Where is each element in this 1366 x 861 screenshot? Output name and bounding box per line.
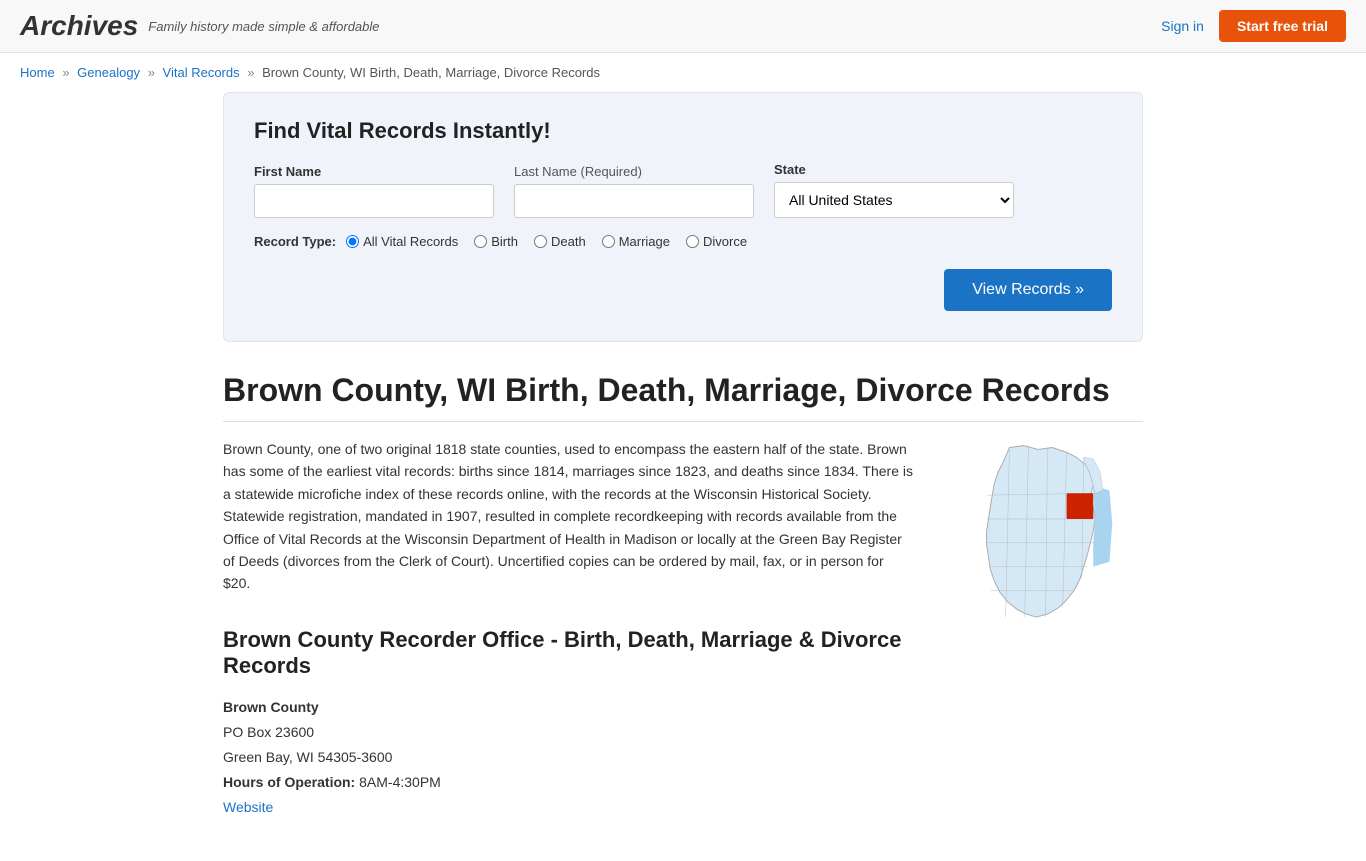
main-content: Find Vital Records Instantly! First Name… — [203, 92, 1163, 861]
radio-death-input[interactable] — [534, 235, 547, 248]
search-fields: First Name Last Name (Required) State Al… — [254, 162, 1112, 218]
map-container — [943, 438, 1143, 821]
brown-county — [1067, 493, 1094, 519]
office-info: Brown County PO Box 23600 Green Bay, WI … — [223, 695, 913, 821]
first-name-label: First Name — [254, 164, 494, 179]
breadcrumb-sep-3: » — [247, 65, 254, 80]
first-name-input[interactable] — [254, 184, 494, 218]
radio-death-label: Death — [551, 234, 586, 249]
state-select[interactable]: All United States — [774, 182, 1014, 218]
office-address2: Green Bay, WI 54305-3600 — [223, 745, 913, 770]
state-label: State — [774, 162, 1014, 177]
btn-row: View Records » — [254, 269, 1112, 311]
page-title: Brown County, WI Birth, Death, Marriage,… — [223, 372, 1143, 422]
last-name-input[interactable] — [514, 184, 754, 218]
recorder-office-title: Brown County Recorder Office - Birth, De… — [223, 619, 913, 679]
record-type-label: Record Type: — [254, 234, 336, 249]
hours-value: 8AM-4:30PM — [359, 774, 441, 790]
search-box: Find Vital Records Instantly! First Name… — [223, 92, 1143, 342]
search-title: Find Vital Records Instantly! — [254, 118, 1112, 144]
breadcrumb-sep-2: » — [148, 65, 155, 80]
office-name: Brown County — [223, 699, 319, 715]
office-address1: PO Box 23600 — [223, 720, 913, 745]
radio-divorce[interactable]: Divorce — [686, 234, 747, 249]
website-link[interactable]: Website — [223, 799, 273, 815]
content-area: Brown County, one of two original 1818 s… — [223, 438, 1143, 821]
breadcrumb-current: Brown County, WI Birth, Death, Marriage,… — [262, 65, 600, 80]
header-left: Archives Family history made simple & af… — [20, 10, 380, 42]
radio-death[interactable]: Death — [534, 234, 586, 249]
radio-divorce-label: Divorce — [703, 234, 747, 249]
record-type-row: Record Type: All Vital Records Birth Dea… — [254, 234, 1112, 249]
breadcrumb-vital-records[interactable]: Vital Records — [163, 65, 240, 80]
hours-label: Hours of Operation: — [223, 774, 355, 790]
intro-paragraph: Brown County, one of two original 1818 s… — [223, 438, 913, 595]
site-header: Archives Family history made simple & af… — [0, 0, 1366, 53]
signin-link[interactable]: Sign in — [1161, 18, 1204, 34]
radio-birth[interactable]: Birth — [474, 234, 518, 249]
radio-divorce-input[interactable] — [686, 235, 699, 248]
radio-all-vital-input[interactable] — [346, 235, 359, 248]
breadcrumb-sep-1: » — [62, 65, 69, 80]
last-name-label: Last Name (Required) — [514, 164, 754, 179]
wisconsin-map — [943, 438, 1133, 638]
radio-marriage[interactable]: Marriage — [602, 234, 670, 249]
radio-birth-input[interactable] — [474, 235, 487, 248]
radio-birth-label: Birth — [491, 234, 518, 249]
breadcrumb-home[interactable]: Home — [20, 65, 55, 80]
last-name-group: Last Name (Required) — [514, 164, 754, 218]
view-records-button[interactable]: View Records » — [944, 269, 1112, 311]
wi-state-shape — [987, 446, 1113, 617]
header-right: Sign in Start free trial — [1161, 10, 1346, 42]
breadcrumb: Home » Genealogy » Vital Records » Brown… — [0, 53, 1366, 92]
breadcrumb-genealogy[interactable]: Genealogy — [77, 65, 140, 80]
first-name-group: First Name — [254, 164, 494, 218]
radio-marriage-label: Marriage — [619, 234, 670, 249]
state-group: State All United States — [774, 162, 1014, 218]
radio-marriage-input[interactable] — [602, 235, 615, 248]
logo-tagline: Family history made simple & affordable — [148, 19, 379, 34]
radio-all-vital[interactable]: All Vital Records — [346, 234, 458, 249]
content-text: Brown County, one of two original 1818 s… — [223, 438, 913, 821]
start-trial-button[interactable]: Start free trial — [1219, 10, 1346, 42]
radio-all-vital-label: All Vital Records — [363, 234, 458, 249]
logo: Archives — [20, 10, 138, 42]
